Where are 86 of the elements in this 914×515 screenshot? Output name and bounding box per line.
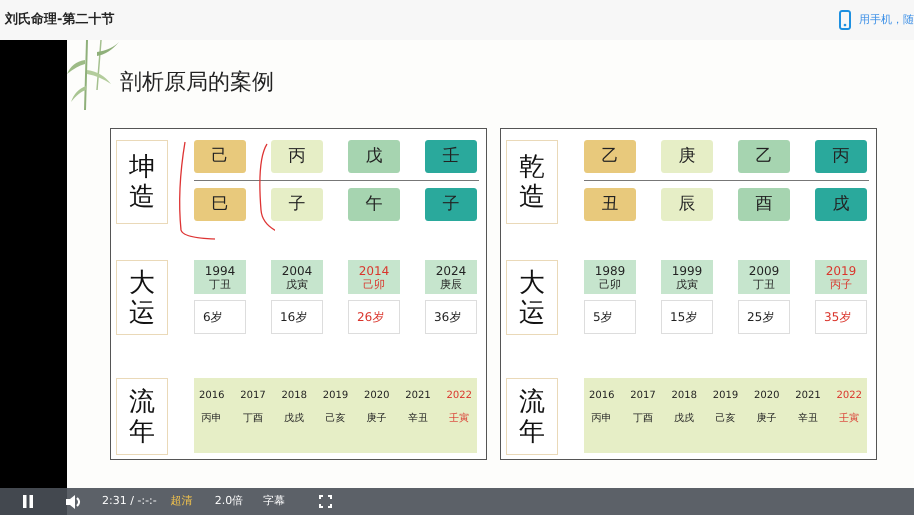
- liunian-ganzhi: 戊戌: [674, 412, 694, 426]
- pillar-cell: 戌: [815, 188, 867, 221]
- liunian-year: 2022: [836, 389, 862, 403]
- liunian-ganzhi: 丁酉: [632, 412, 653, 426]
- liunian-label: 流年: [116, 378, 168, 455]
- dayun-ganzhi: 戊寅: [676, 278, 698, 290]
- liunian-ganzhi: 己亥: [325, 412, 346, 426]
- liunian-ganzhi: 辛丑: [798, 412, 818, 426]
- age-cell: 36岁: [425, 300, 477, 334]
- dayun-year: 2009: [748, 264, 780, 278]
- pillar-cell: 巳: [194, 188, 246, 221]
- volume-icon[interactable]: [66, 494, 82, 508]
- liunian-year: 2020: [754, 389, 780, 403]
- pillar-cell: 丑: [584, 188, 636, 221]
- age-cell: 6岁: [194, 300, 246, 334]
- pillar-cell: 乙: [584, 140, 636, 173]
- age-cell: 5岁: [584, 300, 636, 334]
- pillar-cell: 辰: [661, 188, 713, 221]
- dayun-year: 2004: [282, 264, 312, 278]
- age-cell: 16岁: [271, 300, 323, 334]
- liunian-ganzhi: 戊戌: [284, 412, 304, 426]
- dayun-ganzhi: 己卯: [363, 278, 385, 290]
- dayun-ganzhi: 丙子: [830, 278, 852, 290]
- dayun-label: 大运: [116, 260, 168, 335]
- dayun-year: 2019: [826, 264, 856, 278]
- pause-button[interactable]: [20, 494, 36, 510]
- liunian-label: 流年: [506, 378, 558, 455]
- liunian-year: 2021: [795, 389, 821, 403]
- dayun-year: 2024: [436, 264, 466, 278]
- liunian-ganzhi: 丙申: [592, 412, 612, 426]
- dayun-ganzhi: 丁丑: [209, 278, 231, 290]
- liunian-ganzhi: 壬寅: [449, 412, 470, 426]
- liunian-year: 2020: [364, 389, 390, 403]
- mobile-watch-link[interactable]: 用手机，随: [859, 12, 914, 28]
- liunian-year: 2019: [712, 389, 738, 403]
- liunian-year: 2016: [199, 389, 224, 403]
- age-cell: 15岁: [661, 300, 713, 334]
- playback-time: 2:31 / -:-:-: [102, 493, 157, 510]
- quality-button[interactable]: 超清: [170, 493, 193, 510]
- age-cell: 26岁: [348, 300, 400, 334]
- liunian-ganzhi: 庚子: [756, 412, 777, 426]
- dayun-ganzhi: 戊寅: [286, 278, 308, 290]
- pillar-cell: 丙: [815, 140, 867, 173]
- liunian-year: 2018: [282, 389, 307, 403]
- speed-button[interactable]: 2.0倍: [214, 493, 244, 510]
- pillar-cell: 庚: [661, 140, 713, 173]
- dayun-year: 2014: [358, 264, 390, 278]
- liunian-year: 2019: [322, 389, 348, 403]
- liunian-year: 2017: [630, 389, 656, 403]
- dayun-year: 1999: [672, 264, 702, 278]
- dayun-ganzhi: 丁丑: [753, 278, 775, 290]
- chart-label: 乾造: [506, 140, 558, 224]
- pillar-cell: 午: [348, 188, 400, 221]
- phone-icon: [839, 10, 851, 30]
- fullscreen-icon[interactable]: [319, 495, 332, 508]
- dayun-year: 1989: [594, 264, 626, 278]
- age-cell: 35岁: [815, 300, 867, 334]
- age-cell: 25岁: [738, 300, 790, 334]
- pillar-cell: 壬: [425, 140, 477, 173]
- liunian-ganzhi: 辛丑: [408, 412, 428, 426]
- pillar-cell: 子: [425, 188, 477, 221]
- pillar-cell: 子: [271, 188, 323, 221]
- liunian-ganzhi: 丙申: [202, 412, 222, 426]
- liunian-ganzhi: 庚子: [366, 412, 387, 426]
- dayun-ganzhi: 庚辰: [440, 278, 462, 290]
- subtitles-button[interactable]: 字幕: [263, 493, 286, 510]
- pillar-cell: 丙: [271, 140, 323, 173]
- liunian-ganzhi: 丁酉: [242, 412, 263, 426]
- pillar-cell: 酉: [738, 188, 790, 221]
- liunian-ganzhi: 己亥: [715, 412, 736, 426]
- pillar-cell: 己: [194, 140, 246, 173]
- liunian-year: 2016: [589, 389, 614, 403]
- liunian-year: 2022: [446, 389, 472, 403]
- liunian-year: 2018: [672, 389, 697, 403]
- pillar-cell: 乙: [738, 140, 790, 173]
- liunian-ganzhi: 壬寅: [839, 412, 860, 426]
- dayun-year: 1994: [204, 264, 236, 278]
- dayun-ganzhi: 己卯: [599, 278, 621, 290]
- slide-title: 剖析原局的案例: [120, 70, 274, 95]
- course-title: 刘氏命理-第二十节: [5, 10, 114, 30]
- liunian-year: 2017: [240, 389, 266, 403]
- pillar-cell: 戊: [348, 140, 400, 173]
- bamboo-drawing: [67, 40, 122, 112]
- dayun-label: 大运: [506, 260, 558, 335]
- liunian-year: 2021: [405, 389, 431, 403]
- chart-label: 坤造: [116, 140, 168, 224]
